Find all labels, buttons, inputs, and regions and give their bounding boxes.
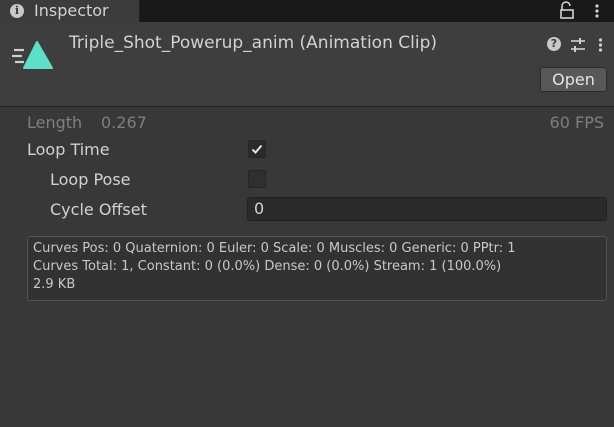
clip-info-box: Curves Pos: 0 Quaternion: 0 Euler: 0 Sca… <box>27 236 607 301</box>
tab-inspector[interactable]: i Inspector <box>0 0 140 22</box>
length-label: Length <box>27 113 83 132</box>
more-options-icon[interactable] <box>598 37 603 53</box>
help-icon[interactable]: ? <box>547 37 561 51</box>
loop-time-label: Loop Time <box>27 140 110 159</box>
length-value: 0.267 <box>101 113 147 132</box>
presets-icon[interactable] <box>570 37 586 53</box>
fps-value: 60 FPS <box>549 113 604 132</box>
loop-pose-label: Loop Pose <box>50 170 131 189</box>
open-button[interactable]: Open <box>540 67 607 92</box>
tab-label: Inspector <box>34 1 109 20</box>
file-size-info: 2.9 KB <box>33 277 76 292</box>
loop-pose-checkbox[interactable] <box>248 170 266 188</box>
clip-title: Triple_Shot_Powerup_anim (Animation Clip… <box>69 33 437 53</box>
tab-bar: i Inspector <box>0 0 614 22</box>
loop-time-checkbox[interactable] <box>248 140 266 158</box>
inspector-header: Triple_Shot_Powerup_anim (Animation Clip… <box>0 22 614 107</box>
info-icon: i <box>10 4 24 18</box>
lock-icon[interactable] <box>559 1 575 19</box>
cycle-offset-field[interactable]: 0 <box>247 197 607 221</box>
curves-total-info: Curves Total: 1, Constant: 0 (0.0%) Dens… <box>33 259 502 274</box>
curves-pos-info: Curves Pos: 0 Quaternion: 0 Euler: 0 Sca… <box>33 241 516 256</box>
cycle-offset-label: Cycle Offset <box>50 200 147 219</box>
checkmark-icon <box>251 144 263 154</box>
tab-menu-icon[interactable] <box>594 3 600 19</box>
animation-clip-icon <box>12 41 53 69</box>
